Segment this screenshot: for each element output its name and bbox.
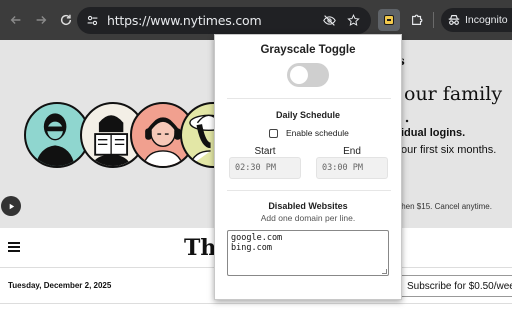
domain-line: google.com [231, 233, 283, 243]
address-bar[interactable]: https://www.nytimes.com [77, 7, 371, 34]
forward-button[interactable] [30, 9, 52, 31]
hero-headline: our family . [404, 83, 502, 127]
url-text: https://www.nytimes.com [107, 13, 262, 28]
enable-schedule-row[interactable]: Enable schedule [269, 128, 349, 138]
disabled-websites-hint: Add one domain per line. [260, 213, 356, 223]
hero-bold-line: idual logins. [401, 127, 466, 139]
enable-schedule-label: Enable schedule [286, 128, 349, 138]
grayscale-toggle-popup: Grayscale Toggle Daily Schedule Enable s… [214, 34, 402, 300]
star-icon [346, 14, 360, 26]
incognito-profile-button[interactable]: Incognito [441, 8, 512, 32]
arrow-left-icon [10, 16, 21, 24]
domain-line: bing.com [231, 243, 272, 253]
hero-headline-line2: . [404, 105, 411, 127]
bookmark-button[interactable] [343, 11, 363, 31]
grayscale-extension-icon [384, 15, 394, 25]
reload-button[interactable] [55, 9, 77, 31]
section-divider [227, 98, 391, 99]
eye-off-icon [322, 15, 336, 26]
back-button[interactable] [5, 9, 27, 31]
disabled-websites-title: Disabled Websites [268, 201, 348, 211]
grayscale-toggle-switch[interactable] [287, 63, 329, 87]
toggle-knob [290, 66, 308, 84]
resize-handle-icon[interactable] [382, 269, 387, 274]
hero-offer-line: our first six months. [401, 144, 497, 156]
site-info-button[interactable] [83, 12, 101, 30]
schedule-section-title: Daily Schedule [275, 110, 341, 120]
start-time-input[interactable]: 02:30 PM [229, 157, 301, 179]
toolbar-divider [433, 12, 434, 28]
puzzle-icon [412, 14, 423, 25]
subscribe-button[interactable]: Subscribe for $0.50/week [400, 275, 512, 297]
tracking-protection-button[interactable] [319, 11, 339, 31]
incognito-label: Incognito [465, 14, 508, 26]
current-date: Tuesday, December 2, 2025 [8, 281, 112, 290]
hamburger-menu-icon[interactable] [8, 242, 20, 252]
popup-title: Grayscale Toggle [260, 44, 356, 56]
play-button[interactable] [1, 196, 21, 216]
extensions-button[interactable] [406, 9, 428, 31]
section-divider [227, 190, 391, 191]
incognito-icon [448, 15, 460, 25]
play-icon [9, 203, 14, 209]
end-time-input[interactable]: 03:00 PM [316, 157, 388, 179]
reload-icon [60, 14, 72, 26]
tune-icon [87, 15, 97, 26]
grayscale-extension-button[interactable] [378, 9, 400, 31]
start-time-label: Start [254, 146, 276, 157]
hero-headline-line1: our family [404, 83, 503, 105]
disabled-websites-textarea[interactable]: google.com bing.com [227, 230, 389, 276]
arrow-right-icon [36, 16, 47, 24]
end-time-label: End [343, 146, 361, 157]
enable-schedule-checkbox[interactable] [269, 128, 278, 138]
hero-small-print: then $15. Cancel anytime. [399, 202, 492, 211]
